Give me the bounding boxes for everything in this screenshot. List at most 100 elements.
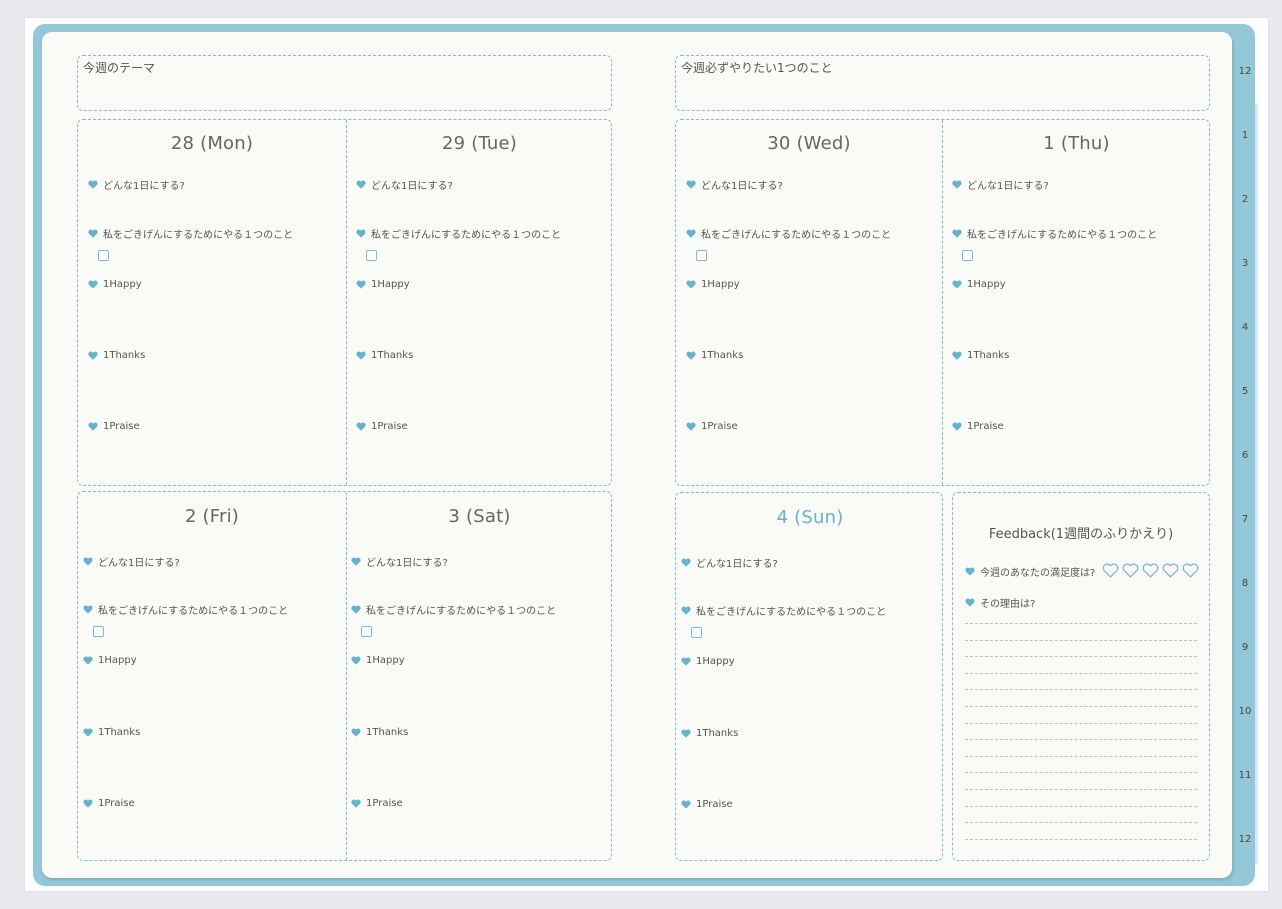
month-tab[interactable]: 7 xyxy=(1232,514,1258,525)
how-day-label: どんな1日にする? xyxy=(371,181,453,192)
gokigen-checkbox[interactable] xyxy=(366,250,377,261)
happy-prompt: 1Happy xyxy=(83,655,137,666)
happy-prompt: 1Happy xyxy=(351,655,405,666)
day-title: 28 (Mon) xyxy=(170,133,254,154)
day-cell-tue[interactable]: 29 (Tue) どんな1日にする? 私をごきげんにするためにやる１つのこと 1Hap… xyxy=(346,120,613,485)
month-tab[interactable]: 5 xyxy=(1232,386,1258,397)
heart-bullet-icon xyxy=(88,229,98,238)
happy-label: 1Happy xyxy=(967,279,1006,290)
writing-line xyxy=(965,639,1197,641)
rating-heart-icon[interactable] xyxy=(1182,563,1199,578)
rating-heart-icon[interactable] xyxy=(1162,563,1179,578)
gokigen-label: 私をごきげんにするためにやる１つのこと xyxy=(696,607,887,618)
gokigen-prompt: 私をごきげんにするためにやる１つのこと xyxy=(83,602,288,617)
weekly-one-thing-field[interactable]: 今週必ずやりたい1つのこと xyxy=(675,55,1210,111)
weekly-theme-field[interactable]: 今週のテーマ xyxy=(77,55,612,111)
heart-bullet-icon xyxy=(952,280,962,289)
day-cell-fri[interactable]: 2 (Fri) どんな1日にする? 私をごきげんにするためにやる１つのこと 1Happ… xyxy=(78,492,346,860)
heart-bullet-icon xyxy=(686,280,696,289)
tab-strip xyxy=(1255,104,1258,864)
heart-bullet-icon xyxy=(356,180,366,189)
thanks-label: 1Thanks xyxy=(103,350,146,361)
month-tab[interactable]: 6 xyxy=(1232,450,1258,461)
gokigen-checkbox[interactable] xyxy=(691,627,702,638)
tab-pointer-icon xyxy=(1240,290,1254,300)
day-cell-wed[interactable]: 30 (Wed) どんな1日にする? 私をごきげんにするためにやる１つのこと 1Hap… xyxy=(676,120,942,485)
heart-bullet-icon xyxy=(356,422,366,431)
heart-bullet-icon xyxy=(952,229,962,238)
weekly-one-thing-label: 今週必ずやりたい1つのこと xyxy=(681,61,833,75)
heart-bullet-icon xyxy=(681,558,691,567)
how-day-label: どんな1日にする? xyxy=(696,559,778,570)
tab-pointer-icon xyxy=(1240,482,1254,492)
day-cell-sat[interactable]: 3 (Sat) どんな1日にする? 私をごきげんにするためにやる１つのこと 1Happ… xyxy=(346,492,613,860)
heart-bullet-icon xyxy=(965,598,975,607)
month-tab[interactable]: 1 xyxy=(1232,130,1258,141)
praise-prompt: 1Praise xyxy=(686,421,738,432)
heart-bullet-icon xyxy=(83,728,93,737)
gokigen-checkbox[interactable] xyxy=(93,626,104,637)
month-tab[interactable]: 9 xyxy=(1232,642,1258,653)
gokigen-prompt: 私をごきげんにするためにやる１つのこと xyxy=(686,226,891,241)
writing-line xyxy=(965,838,1197,840)
day-title: 1 (Thu) xyxy=(1043,133,1110,154)
reason-prompt: その理由は? xyxy=(965,595,1035,610)
gokigen-checkbox[interactable] xyxy=(696,250,707,261)
praise-prompt: 1Praise xyxy=(356,421,408,432)
month-tab[interactable]: 10 xyxy=(1232,706,1258,717)
happy-label: 1Happy xyxy=(696,656,735,667)
writing-line xyxy=(965,805,1197,807)
gokigen-checkbox[interactable] xyxy=(98,250,109,261)
rating-heart-icon[interactable] xyxy=(1102,563,1119,578)
praise-prompt: 1Praise xyxy=(681,799,733,810)
how-day-prompt: どんな1日にする? xyxy=(686,177,783,192)
heart-bullet-icon xyxy=(88,280,98,289)
day-title: 30 (Wed) xyxy=(767,133,851,154)
month-tab[interactable]: 12 xyxy=(1232,834,1258,845)
day-cell-thu[interactable]: 1 (Thu) どんな1日にする? 私をごきげんにするためにやる１つのこと 1Happ… xyxy=(942,120,1211,485)
happy-prompt: 1Happy xyxy=(681,656,735,667)
month-tab[interactable]: 4 xyxy=(1232,322,1258,333)
heart-bullet-icon xyxy=(356,280,366,289)
month-index-tabs: 12 1 2 3 4 5 6 7 8 9 10 11 12 xyxy=(1232,44,1258,874)
thanks-label: 1Thanks xyxy=(366,727,409,738)
how-day-label: どんな1日にする? xyxy=(701,181,783,192)
rating-heart-icon[interactable] xyxy=(1122,563,1139,578)
writing-line xyxy=(965,656,1197,658)
month-tab[interactable]: 11 xyxy=(1232,770,1258,781)
thanks-prompt: 1Thanks xyxy=(686,350,743,361)
writing-line xyxy=(965,623,1197,624)
satisfaction-rating[interactable] xyxy=(1102,563,1199,578)
gokigen-checkbox[interactable] xyxy=(361,626,372,637)
heart-bullet-icon xyxy=(686,351,696,360)
thanks-prompt: 1Thanks xyxy=(356,350,413,361)
writing-line xyxy=(965,722,1197,724)
gokigen-label: 私をごきげんにするためにやる１つのこと xyxy=(98,606,289,617)
gokigen-prompt: 私をごきげんにするためにやる１つのこと xyxy=(88,226,293,241)
day-cell-sun[interactable]: 4 (Sun) どんな1日にする? 私をごきげんにするためにやる１つのこと 1Happ… xyxy=(676,493,944,860)
heart-bullet-icon xyxy=(686,229,696,238)
thanks-label: 1Thanks xyxy=(967,350,1010,361)
feedback-title: Feedback(1週間のふりかえり) xyxy=(988,527,1174,542)
rating-heart-icon[interactable] xyxy=(1142,563,1159,578)
how-day-prompt: どんな1日にする? xyxy=(952,177,1049,192)
day-title: 29 (Tue) xyxy=(441,133,517,154)
day-cell-mon[interactable]: 28 (Mon) どんな1日にする? 私をごきげんにするためにやる１つのこと 1Hap… xyxy=(78,120,346,485)
praise-label: 1Praise xyxy=(701,421,738,432)
month-tab[interactable]: 3 xyxy=(1232,258,1258,269)
month-tab[interactable]: 8 xyxy=(1232,578,1258,589)
heart-bullet-icon xyxy=(686,422,696,431)
gokigen-checkbox[interactable] xyxy=(962,250,973,261)
heart-bullet-icon xyxy=(88,180,98,189)
month-tab[interactable]: 12 xyxy=(1232,66,1258,77)
happy-prompt: 1Happy xyxy=(952,279,1006,290)
thanks-label: 1Thanks xyxy=(98,727,141,738)
feedback-panel: Feedback(1週間のふりかえり) 今週のあなたの満足度は? その理由は? xyxy=(952,492,1210,861)
writing-line xyxy=(965,689,1197,691)
tab-pointer-icon xyxy=(1240,546,1254,556)
thanks-label: 1Thanks xyxy=(701,350,744,361)
praise-prompt: 1Praise xyxy=(88,421,140,432)
month-tab[interactable]: 2 xyxy=(1232,194,1258,205)
happy-prompt: 1Happy xyxy=(356,279,410,290)
happy-label: 1Happy xyxy=(701,279,740,290)
